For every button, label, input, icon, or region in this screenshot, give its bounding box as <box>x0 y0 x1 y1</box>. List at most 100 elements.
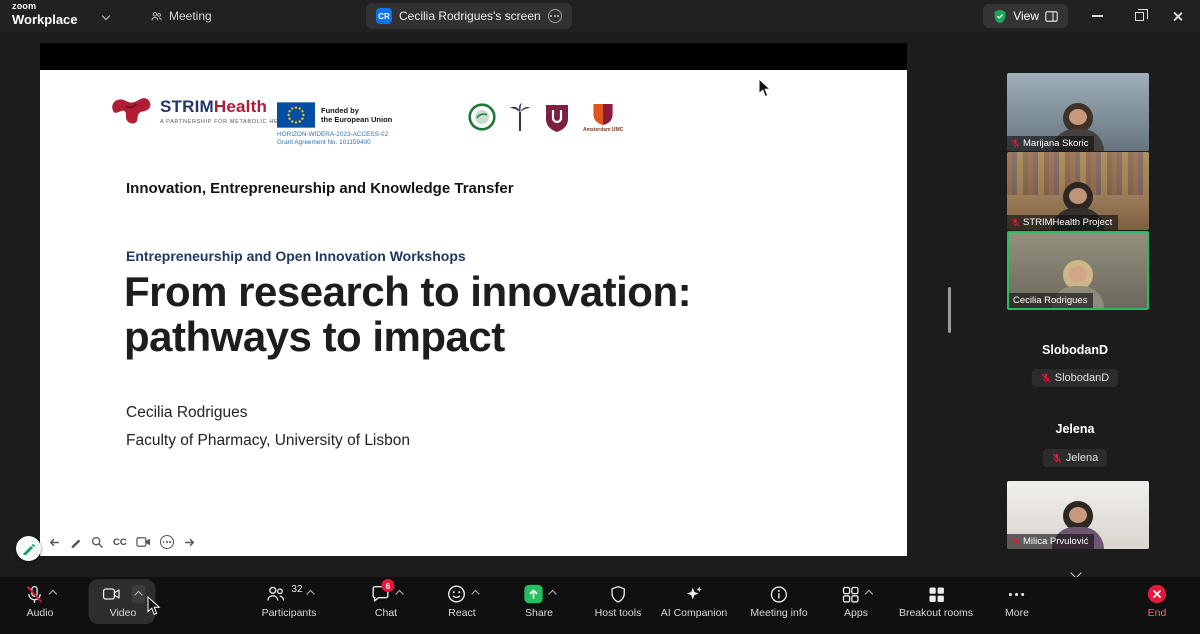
info-icon <box>770 585 788 603</box>
slide-title: From research to innovation: pathways to… <box>124 269 692 360</box>
mic-muted-icon <box>1011 218 1020 227</box>
mouse-cursor <box>147 596 161 616</box>
mic-muted-icon <box>1052 453 1061 463</box>
chevron-up-icon[interactable] <box>548 589 557 599</box>
react-button[interactable]: React <box>446 583 480 619</box>
audio-label: Audio <box>26 607 54 619</box>
amsterdam-umc-label: Amsterdam UMC <box>583 127 624 133</box>
chat-label: Chat <box>374 607 398 619</box>
minimize-button[interactable] <box>1078 0 1116 32</box>
strimhealth-logo: STRIMHealth A PARTNERSHIP FOR METABOLIC … <box>108 94 295 128</box>
participant-tile-cecilia-active-speaker[interactable]: Cecilia Rodrigues <box>1007 231 1149 310</box>
eu-funding-block: Funded by the European Union HORIZON-WID… <box>277 102 447 146</box>
mouse-cursor <box>758 78 772 98</box>
tab-options-icon[interactable] <box>547 9 562 23</box>
zoom-meeting-window: zoom Workplace Meeting CR Cecilia Rodrig… <box>0 0 1200 634</box>
annotate-pencil-icon <box>23 543 35 555</box>
host-tools-button[interactable]: Host tools <box>595 583 641 619</box>
eu-grant-line: Grant Agreement No. 101159400 <box>277 139 371 146</box>
slide-author: Cecilia Rodrigues <box>126 404 248 421</box>
sparkle-icon <box>687 586 703 600</box>
eu-funded-line2: the European Union <box>321 115 393 124</box>
participant-name: Jelena <box>1065 452 1099 464</box>
zoom-logo-text: zoom <box>12 1 37 11</box>
more-options-icon[interactable] <box>159 535 174 549</box>
ellipsis-icon <box>1009 592 1025 596</box>
video-button[interactable]: Video <box>88 579 156 624</box>
chat-button[interactable]: 6 Chat <box>370 579 404 619</box>
participant-tile-marijana[interactable]: Marijana Skoric <box>1007 73 1149 151</box>
restore-icon <box>1134 8 1148 21</box>
end-meeting-icon <box>1147 584 1167 604</box>
breakout-rooms-button[interactable]: Breakout rooms <box>899 583 973 619</box>
close-button[interactable] <box>1158 0 1196 32</box>
partner-logo-green-circle-icon <box>468 103 496 131</box>
participant-name: STRIMHealth Project <box>1023 217 1113 228</box>
participant-name: Milica Prvulović <box>1023 536 1089 547</box>
mic-muted-icon <box>1041 373 1050 383</box>
zoom-workplace-logo: zoom Workplace <box>12 1 78 27</box>
video-options-button[interactable] <box>131 585 146 603</box>
more-button[interactable]: More <box>1005 583 1029 619</box>
participant-tile-strimhealth-project[interactable]: STRIMHealth Project <box>1007 152 1149 230</box>
view-button[interactable]: View <box>983 4 1068 28</box>
participant-header: Jelena <box>1055 422 1095 436</box>
chevron-up-icon[interactable] <box>864 589 874 599</box>
participants-button[interactable]: 32 Participants <box>262 583 317 619</box>
ai-companion-button[interactable]: AI Companion <box>660 583 728 619</box>
slide-title-line2: pathways to impact <box>124 312 505 360</box>
titlebar: zoom Workplace Meeting CR Cecilia Rodrig… <box>0 0 1200 32</box>
ai-companion-label: AI Companion <box>660 607 728 619</box>
strimhealth-logo-icon <box>112 98 151 124</box>
chevron-up-icon[interactable] <box>471 589 480 599</box>
camera-icon[interactable] <box>136 536 151 548</box>
breakout-rooms-icon <box>929 587 944 602</box>
shield-check-icon <box>994 9 1006 23</box>
screen-share-tab[interactable]: CR Cecilia Rodrigues's screen <box>366 3 572 29</box>
closed-captions-button[interactable]: CC <box>113 537 127 548</box>
workspace-dropdown-chevron-icon[interactable] <box>101 11 111 21</box>
people-icon <box>151 11 162 20</box>
chevron-up-icon[interactable] <box>306 589 315 599</box>
participant-tile-milica[interactable]: Milica Prvulović <box>1007 481 1149 549</box>
partner-logo-amsterdam-umc: Amsterdam UMC <box>583 103 623 133</box>
annotate-launcher-button[interactable] <box>16 536 41 561</box>
participant-name: Cecilia Rodrigues <box>1013 295 1088 306</box>
end-label: End <box>1147 607 1167 619</box>
end-button[interactable]: End <box>1146 583 1168 619</box>
mic-muted-icon <box>1011 537 1020 546</box>
meeting-info-label: Meeting info <box>750 607 808 619</box>
video-camera-icon <box>102 588 120 600</box>
partner-logo-palm-icon <box>510 103 530 131</box>
apps-button[interactable]: Apps <box>840 583 874 619</box>
participants-scrollbar[interactable] <box>948 287 951 333</box>
share-button[interactable]: Share <box>523 583 557 619</box>
meeting-tab[interactable]: Meeting <box>142 4 220 28</box>
share-label: Share <box>524 607 554 619</box>
participants-count: 32 <box>291 584 303 595</box>
audio-participant-badge[interactable]: SlobodanD <box>1031 369 1119 387</box>
chevron-up-icon[interactable] <box>48 589 58 599</box>
forward-arrow-icon[interactable] <box>183 536 196 549</box>
audio-participant-badge[interactable]: Jelena <box>1042 449 1108 467</box>
apps-label: Apps <box>844 607 868 619</box>
magnifier-icon[interactable] <box>91 536 104 549</box>
chevron-up-icon[interactable] <box>395 589 404 599</box>
restore-button[interactable] <box>1120 0 1158 32</box>
participant-name-tag: Marijana Skoric <box>1007 136 1095 151</box>
mic-muted-icon <box>26 585 43 603</box>
smiley-icon <box>448 585 465 603</box>
meeting-tab-label: Meeting <box>169 9 212 23</box>
participants-label: Participants <box>261 607 317 619</box>
workplace-logo-text: Workplace <box>12 12 78 27</box>
slide-affiliation: Faculty of Pharmacy, University of Lisbo… <box>126 432 410 449</box>
audio-button[interactable]: Audio <box>24 583 58 619</box>
eu-flag-icon <box>277 102 315 128</box>
strimhealth-tagline: A PARTNERSHIP FOR METABOLIC HEALTH <box>160 119 295 125</box>
meeting-info-button[interactable]: Meeting info <box>750 583 808 619</box>
pen-icon[interactable] <box>70 536 82 548</box>
eu-funded-line1: Funded by <box>321 105 359 115</box>
participant-name: SlobodanD <box>1054 372 1110 384</box>
cr-avatar-badge: CR <box>376 8 392 24</box>
back-arrow-icon[interactable] <box>48 536 61 549</box>
